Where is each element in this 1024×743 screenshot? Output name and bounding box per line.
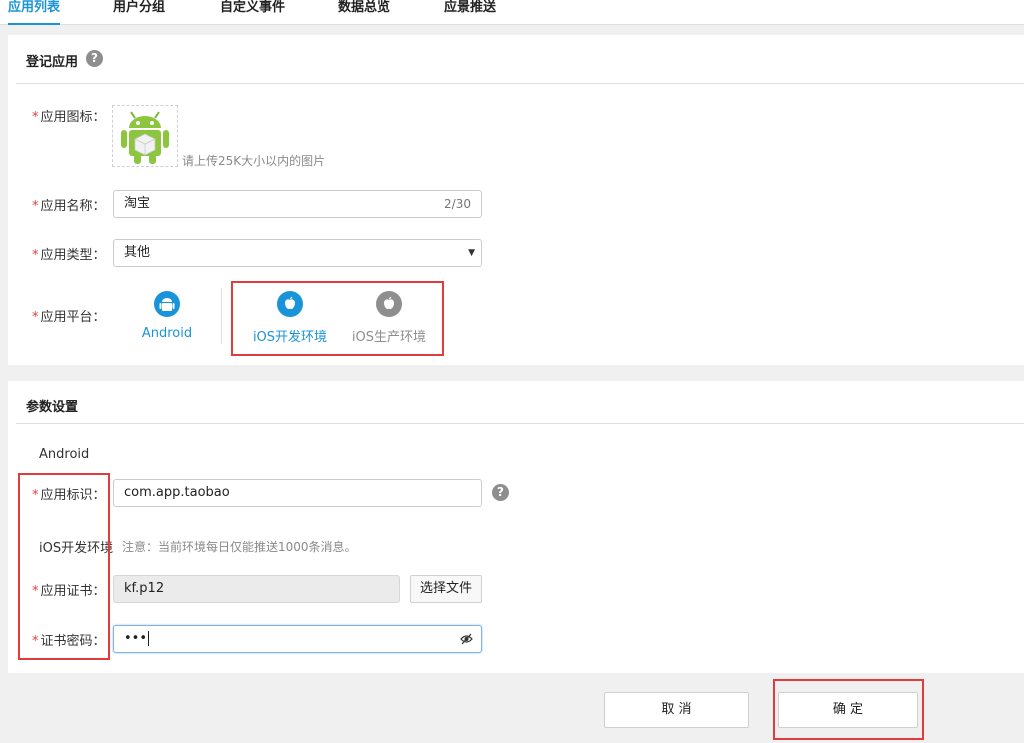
app-id-value: com.app.taobao [124,485,230,500]
app-type-label: * 应用类型： [32,244,106,263]
tab-custom-events[interactable]: 自定义事件 [220,0,285,25]
tab-app-list[interactable]: 应用列表 [8,0,61,25]
chevron-down-icon: ▼ [468,248,475,258]
cert-password-value: ••• [124,631,148,646]
text-cursor [148,631,150,646]
platform-separator [221,288,222,344]
app-icon-label-text: 应用图标： [40,110,106,125]
app-name-label-text: 应用名称： [40,199,106,214]
eye-icon[interactable] [460,626,473,661]
top-tab-bar: 应用列表 用户分组 自定义事件 数据总览 应景推送 [0,0,1024,25]
tab-user-groups[interactable]: 用户分组 [113,0,165,25]
highlight-box-platforms [231,281,444,356]
app-platform-label-text: 应用平台： [40,310,106,325]
app-icon-label: * 应用图标： [32,106,106,125]
section-divider [16,423,1024,424]
android-section-heading: Android [39,447,90,462]
platform-android[interactable]: Android [122,291,212,341]
cert-password-input[interactable]: ••• [113,625,482,653]
tab-scene-push[interactable]: 应景推送 [444,0,496,25]
app-type-value: 其他 [124,245,151,260]
choose-file-button[interactable]: 选择文件 [410,575,482,603]
required-mark: * [32,199,39,214]
register-app-title: 登记应用 [26,55,79,70]
app-cert-file-input: kf.p12 [113,575,400,603]
app-platform-label: * 应用平台： [32,306,106,325]
app-icon-upload[interactable] [112,105,178,167]
highlight-box-confirm [773,679,924,740]
tab-data-overview[interactable]: 数据总览 [338,0,390,25]
app-type-select[interactable]: 其他 ▼ [113,239,482,267]
required-mark: * [32,248,39,263]
ios-push-limit-note: 注意：当前环境每日仅能推送1000条消息。 [122,540,357,554]
cancel-button[interactable]: 取 消 [604,692,749,728]
platform-android-label: Android [141,326,193,341]
help-icon[interactable]: ? [86,50,103,67]
app-name-input[interactable]: 淘宝 2/30 [113,190,482,218]
section-divider [16,83,1024,84]
param-settings-title: 参数设置 [26,400,79,415]
app-cert-file-name: kf.p12 [124,581,165,596]
required-mark: * [32,310,39,325]
android-icon [154,291,180,317]
highlight-box-ios-fields [18,473,110,660]
help-icon[interactable]: ? [492,484,509,501]
app-name-char-counter: 2/30 [444,197,471,211]
app-type-label-text: 应用类型： [40,248,106,263]
android-robot-icon [121,111,169,164]
app-id-input[interactable]: com.app.taobao [113,479,482,507]
app-name-label: * 应用名称： [32,195,106,214]
icon-upload-hint: 请上传25K大小以内的图片 [182,154,326,168]
app-name-value: 淘宝 [124,196,151,211]
required-mark: * [32,110,39,125]
